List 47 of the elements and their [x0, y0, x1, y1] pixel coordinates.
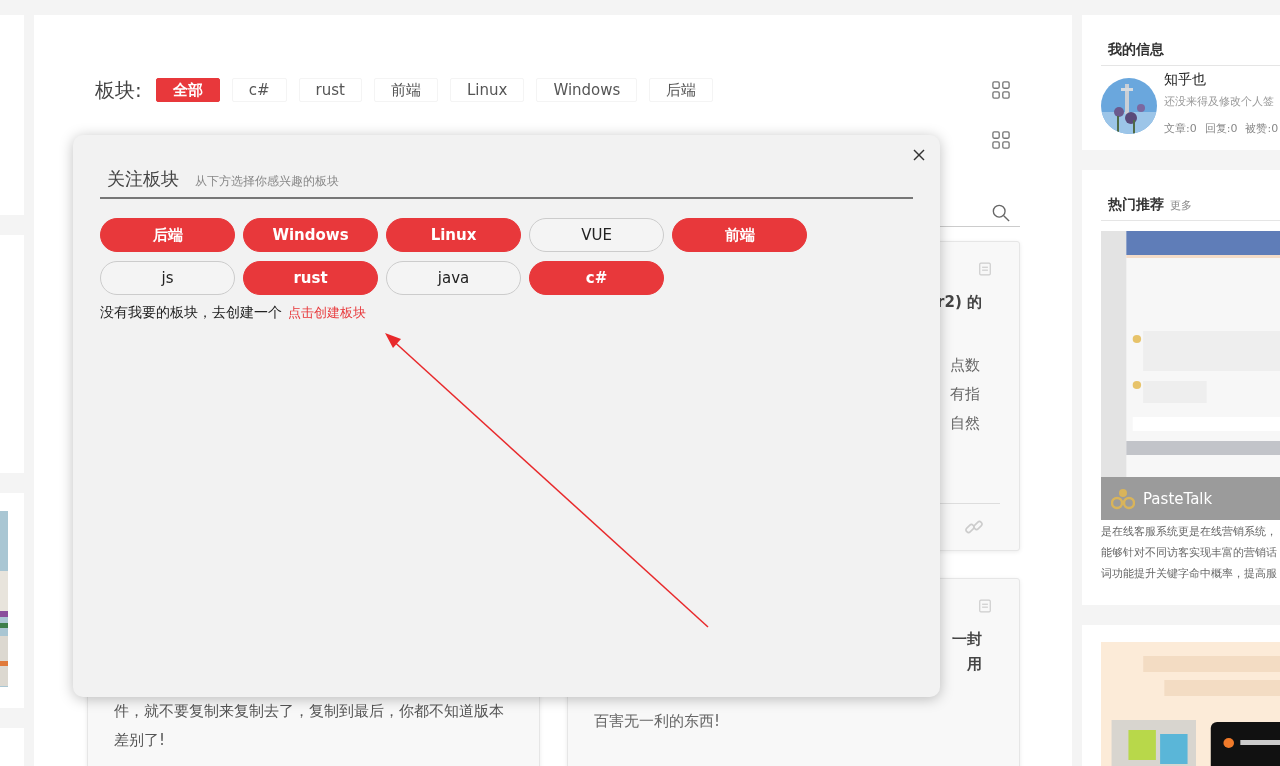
signature-text: 还没来得及修改个人签	[1164, 95, 1275, 109]
category-chip[interactable]: rust	[243, 261, 378, 295]
article-excerpt: 自然	[950, 413, 980, 434]
category-chip[interactable]: 前端	[672, 218, 807, 252]
note-text: 没有我要的板块，去创建一个	[100, 304, 282, 322]
stat-text: 回复:0	[1204, 121, 1238, 136]
stat-text: 被赞:0	[1245, 121, 1279, 136]
caption-text: PasteTalk	[1143, 489, 1213, 508]
category-chip[interactable]: js	[100, 261, 235, 295]
description-text: 词功能提升关键字命中概率，提高服	[1101, 566, 1278, 581]
category-chip[interactable]: 后端	[100, 218, 235, 252]
logo-icon	[1111, 486, 1135, 511]
filter-tag[interactable]: rust	[298, 78, 362, 102]
section-title: 我的信息	[1101, 39, 1280, 66]
grid-icon[interactable]	[992, 131, 1010, 149]
article-excerpt: 百害无一利的东西!	[594, 711, 720, 732]
article-excerpt: 件，就不要复制来复制去了，复制到最后，你都不知道版本差别了!	[114, 701, 505, 751]
hint-text: 从下方选择你感兴趣的板块	[195, 173, 339, 190]
description-text: 能够针对不同访客实现丰富的营销话	[1101, 545, 1278, 560]
article-excerpt: 点数	[950, 355, 980, 376]
category-chip[interactable]: Windows	[243, 218, 378, 252]
create-link[interactable]: 点击创建板块	[288, 304, 366, 322]
search-icon[interactable]	[992, 204, 1010, 222]
category-chip[interactable]: java	[386, 261, 521, 295]
stat-text: 文章:0	[1164, 121, 1197, 136]
document-icon	[978, 599, 992, 613]
filter-tag[interactable]: Linux	[449, 78, 525, 102]
user-name: 知乎也	[1164, 70, 1207, 89]
filter-tag[interactable]: c#	[231, 78, 287, 102]
more-link[interactable]: 更多	[1170, 198, 1192, 213]
category-chip[interactable]: Linux	[386, 218, 521, 252]
filter-tag[interactable]: 前端	[373, 78, 438, 102]
filter-tag[interactable]: 全部	[155, 78, 220, 102]
description-text: 是在线客服系统更是在线营销系统，	[1101, 524, 1278, 539]
close-icon[interactable]	[913, 148, 927, 162]
category-chip[interactable]: VUE	[529, 218, 664, 252]
article-title: 一封	[952, 629, 982, 650]
category-chip[interactable]: c#	[529, 261, 664, 295]
filter-tag[interactable]: 后端	[649, 78, 714, 102]
filter-label: 板块:	[95, 76, 142, 104]
document-icon	[978, 262, 992, 276]
article-excerpt: 有指	[950, 384, 980, 405]
section-title: 热门推荐	[1107, 195, 1164, 214]
grid-icon[interactable]	[992, 81, 1010, 99]
article-title: 用	[967, 654, 982, 675]
filter-tag[interactable]: Windows	[536, 78, 638, 102]
dialog-title: 关注板块	[107, 167, 179, 191]
